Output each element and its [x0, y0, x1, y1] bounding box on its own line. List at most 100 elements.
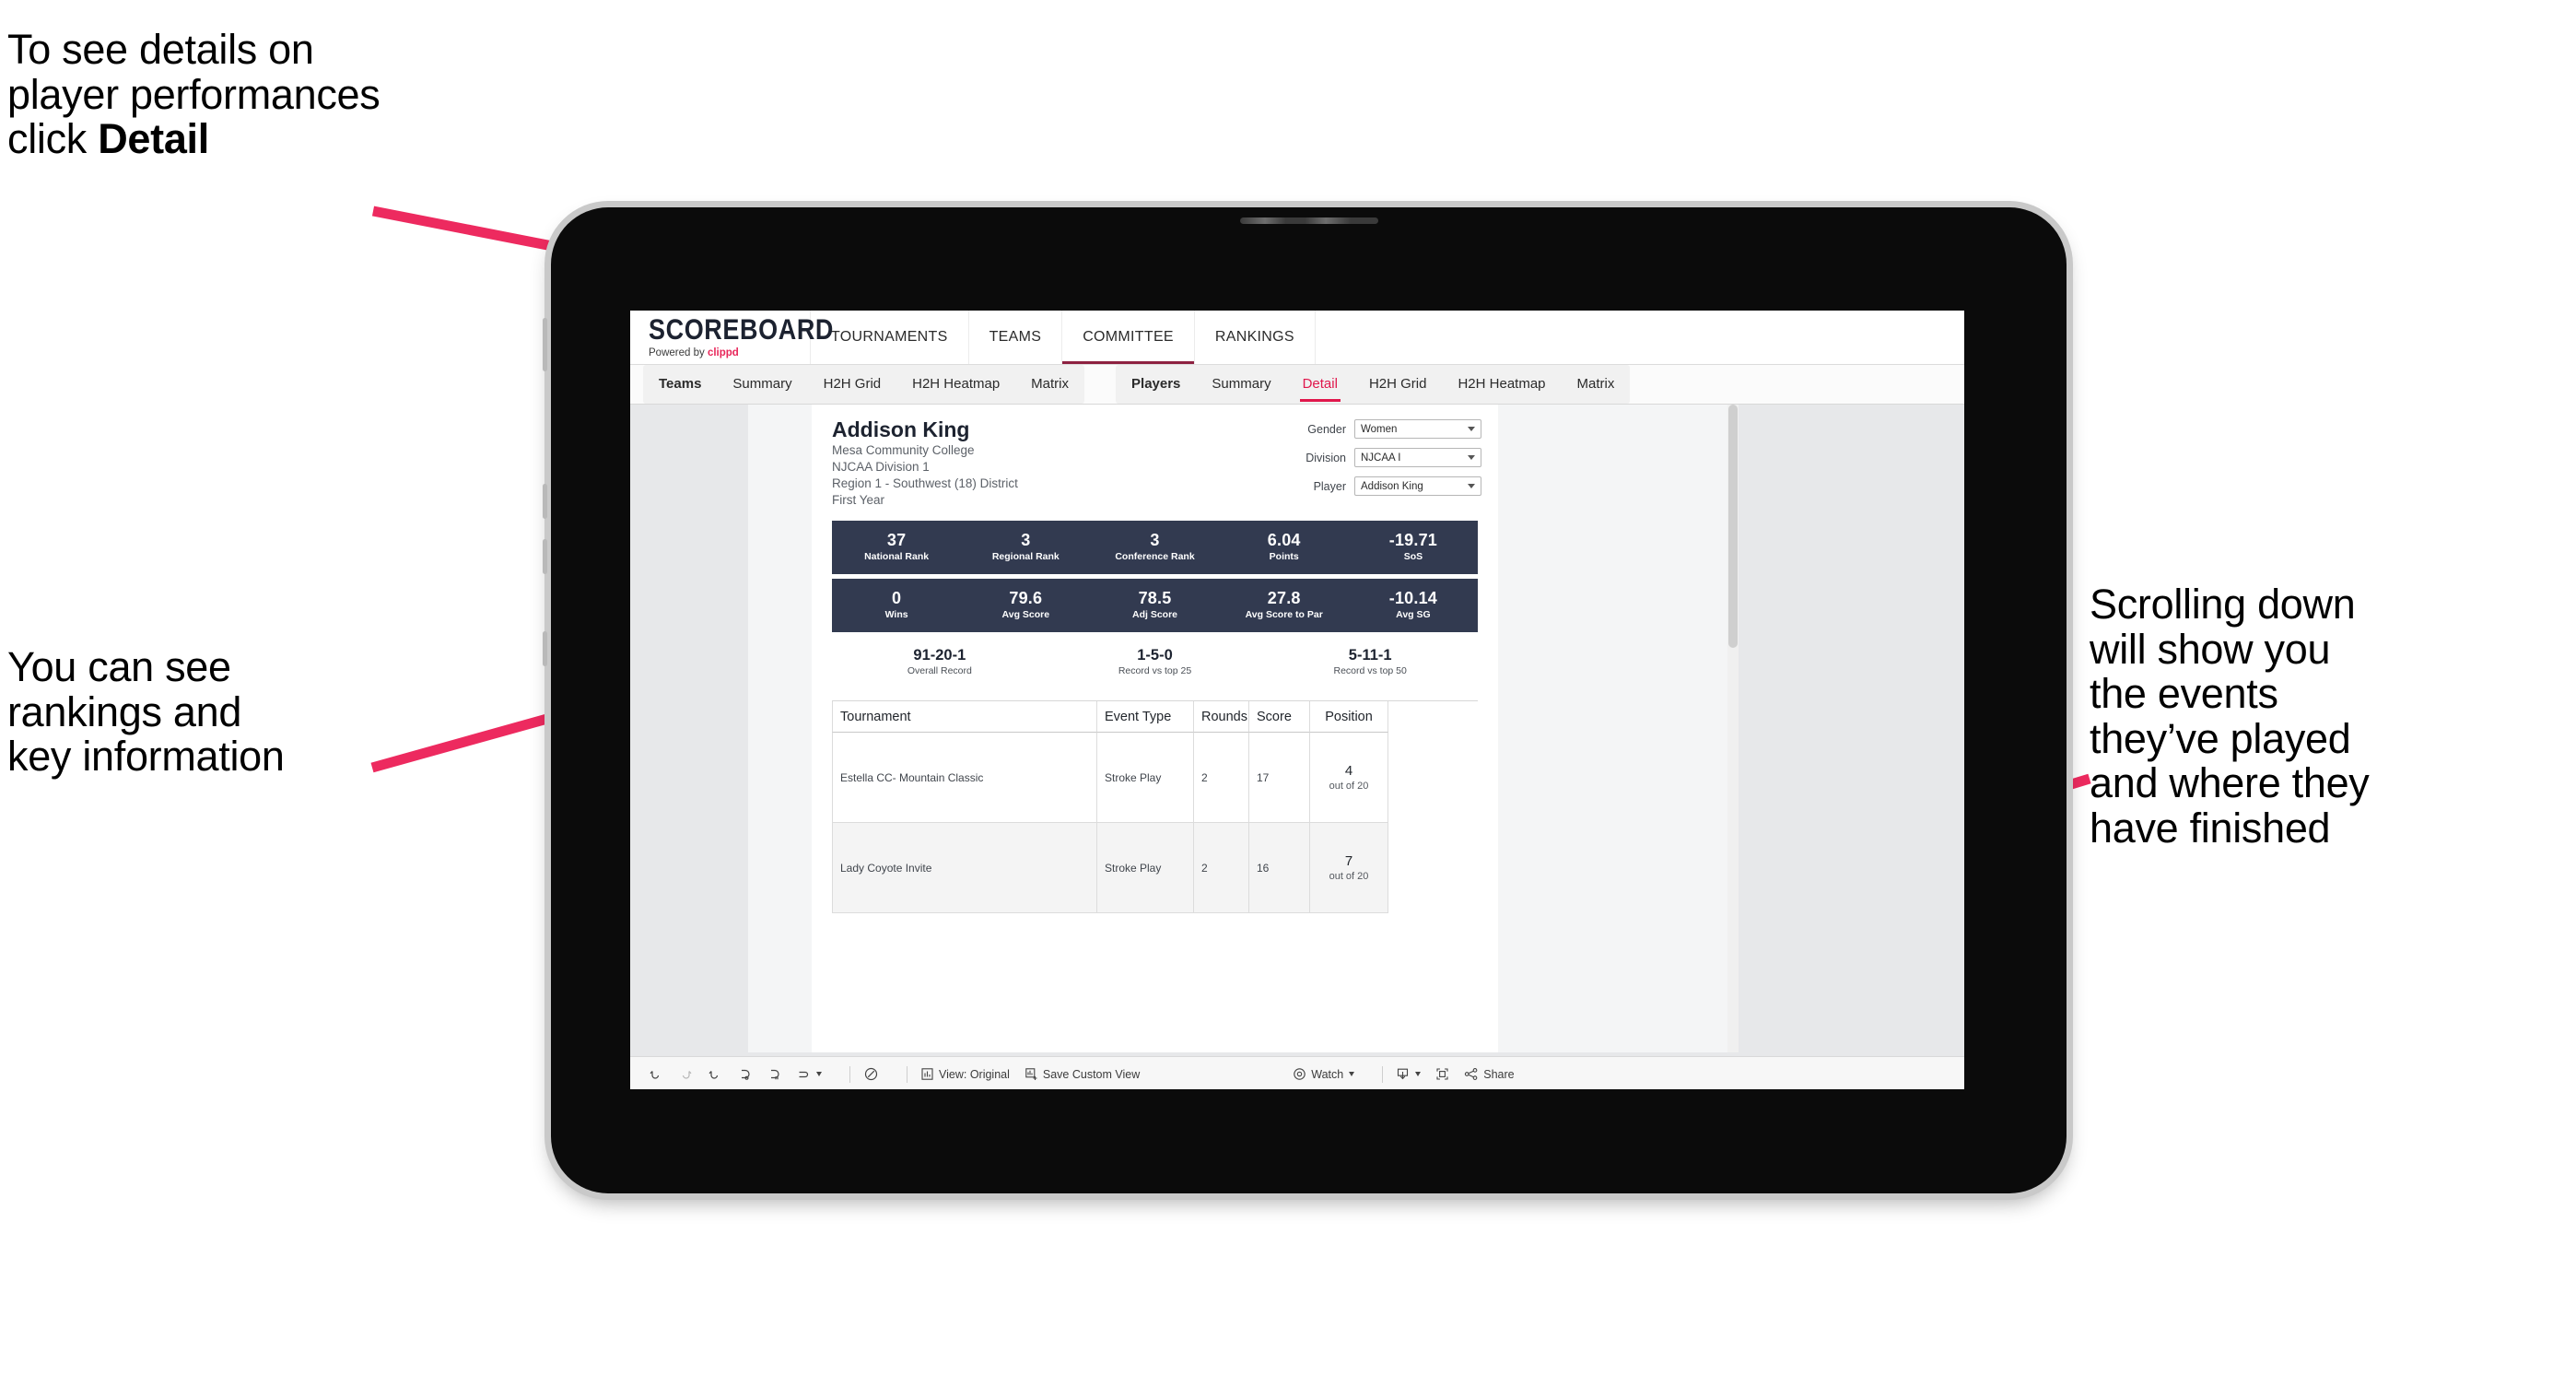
subnav-item-teams-h2h-heatmap[interactable]: H2H Heatmap [896, 365, 1015, 404]
watch-button[interactable]: Watch [1293, 1067, 1355, 1081]
filter-label-division: Division [1306, 451, 1346, 464]
stat-value: 6.04 [1267, 531, 1301, 550]
cell-rounds: 2 [1194, 733, 1249, 824]
annotation-scroll-text: Scrolling down will show you the events … [2090, 581, 2569, 852]
subnav-item-teams-matrix[interactable]: Matrix [1015, 365, 1084, 404]
tablet-side-button[interactable] [543, 631, 547, 666]
top-navigation-bar: SCOREBOARD Powered by clippd TOURNAMENTS… [630, 311, 1964, 365]
player-select[interactable]: Addison King [1354, 476, 1481, 496]
subnav-group-teams: Teams Summary H2H Grid H2H Heatmap Matri… [643, 365, 1085, 404]
viz-bottom-toolbar: View: Original Save Custom View Watch Sh… [630, 1056, 1964, 1089]
gender-select-value: Women [1361, 423, 1398, 435]
stat-value: 27.8 [1267, 589, 1301, 608]
column-header-position[interactable]: Position [1310, 701, 1388, 734]
cell-score: 16 [1249, 823, 1310, 914]
scoreboard-logo[interactable]: SCOREBOARD Powered by clippd [630, 311, 833, 364]
cell-position: 4 out of 20 [1310, 733, 1388, 824]
fullscreen-button[interactable] [1435, 1067, 1449, 1081]
vertical-scrollbar[interactable] [1727, 405, 1739, 1052]
cell-event-type: Stroke Play [1097, 823, 1194, 914]
cell-score: 17 [1249, 733, 1310, 824]
chevron-down-icon [1468, 427, 1475, 431]
save-custom-view-button[interactable]: Save Custom View [1025, 1067, 1140, 1081]
tablet-camera-speaker [1239, 217, 1378, 224]
topnav-item-tournaments[interactable]: TOURNAMENTS [811, 311, 969, 364]
annotation-rankings-text: You can see rankings and key information [7, 644, 440, 781]
annotation-rankings-line3: key information [7, 733, 285, 781]
annotation-rankings-line2: rankings and [7, 687, 242, 735]
record-value: 5-11-1 [1348, 646, 1392, 664]
subnav-item-teams[interactable]: Teams [643, 365, 717, 404]
stat-avg-sg: -10.14 Avg SG [1349, 589, 1478, 621]
stat-value: -19.71 [1388, 531, 1438, 550]
stat-label: Conference Rank [1115, 551, 1195, 563]
record-label: Record vs top 25 [1118, 665, 1192, 677]
tablet-power-button[interactable] [543, 318, 547, 371]
player-header: Addison King Mesa Community College NJCA… [812, 417, 1498, 509]
redo-button[interactable] [678, 1067, 693, 1082]
tablet-volume-up-button[interactable] [543, 484, 547, 519]
annotation-scroll-line4: they’ve played [2090, 714, 2351, 762]
filter-row-gender: Gender Women [1279, 419, 1481, 439]
stat-value: 3 [1150, 531, 1160, 550]
view-original-button[interactable]: View: Original [920, 1067, 1010, 1081]
stats-band-scoring: 0 Wins 79.6 Avg Score 78.5 Adj Score 27.… [832, 578, 1478, 632]
annotation-detail-line2: player performances [7, 70, 381, 118]
subnav-item-players-matrix[interactable]: Matrix [1562, 365, 1631, 404]
annotation-scroll-line3: the events [2090, 670, 2278, 718]
tablet-screen: SCOREBOARD Powered by clippd TOURNAMENTS… [630, 311, 1964, 1089]
stat-value: 0 [891, 589, 902, 608]
toolbar-divider [849, 1065, 850, 1083]
stat-label: National Rank [864, 551, 930, 563]
revert-button[interactable] [708, 1067, 722, 1082]
download-button[interactable] [1396, 1067, 1422, 1081]
position-value: 7 [1344, 852, 1353, 869]
column-header-score[interactable]: Score [1249, 701, 1310, 734]
clear-sheet-button[interactable] [863, 1066, 879, 1082]
division-select[interactable]: NJCAA I [1354, 448, 1481, 467]
share-button[interactable]: Share [1464, 1067, 1515, 1081]
stat-value: 79.6 [1009, 589, 1043, 608]
pause-button[interactable] [796, 1067, 822, 1082]
subnav-item-players-h2h-grid[interactable]: H2H Grid [1353, 365, 1443, 404]
stat-label: Adj Score [1132, 609, 1178, 621]
chevron-down-icon [1468, 455, 1475, 460]
topnav-item-rankings[interactable]: RANKINGS [1195, 311, 1316, 364]
sub-navigation-bar: Teams Summary H2H Grid H2H Heatmap Matri… [630, 365, 1964, 405]
column-header-event-type[interactable]: Event Type [1097, 701, 1194, 734]
stat-label: SoS [1403, 551, 1423, 563]
scrollbar-thumb[interactable] [1728, 405, 1738, 648]
annotation-scroll-line6: have finished [2090, 804, 2331, 852]
column-header-tournament[interactable]: Tournament [832, 701, 1097, 734]
subnav-item-players-summary[interactable]: Summary [1196, 365, 1286, 404]
stat-label: Avg Score [1001, 609, 1050, 621]
pause-auto-update-button[interactable] [767, 1067, 781, 1082]
filter-row-division: Division NJCAA I [1279, 448, 1481, 467]
record-value: 1-5-0 [1137, 646, 1173, 664]
subnav-item-players-h2h-heatmap[interactable]: H2H Heatmap [1442, 365, 1561, 404]
table-header-row: Tournament Event Type Rounds Score Posit… [832, 701, 1478, 734]
view-original-label: View: Original [939, 1067, 1010, 1081]
annotation-scroll-line1: Scrolling down [2090, 581, 2356, 628]
refresh-button[interactable] [737, 1067, 752, 1082]
brand-powered-by: Powered by clippd [649, 347, 739, 359]
subnav-item-teams-h2h-grid[interactable]: H2H Grid [808, 365, 897, 404]
undo-button[interactable] [649, 1067, 663, 1082]
subnav-item-players-detail[interactable]: Detail [1287, 365, 1353, 404]
table-row[interactable]: Lady Coyote Invite Stroke Play 2 16 7 ou… [832, 823, 1478, 914]
tablet-volume-down-button[interactable] [543, 539, 547, 574]
stat-label: Avg Score to Par [1245, 609, 1323, 621]
save-custom-view-label: Save Custom View [1042, 1067, 1141, 1081]
chevron-down-icon [1468, 484, 1475, 488]
topnav-item-committee[interactable]: COMMITTEE [1062, 311, 1195, 364]
subnav-item-players[interactable]: Players [1116, 365, 1196, 404]
cell-tournament: Estella CC- Mountain Classic [832, 733, 1097, 824]
watch-label: Watch [1311, 1067, 1344, 1081]
annotation-detail-line1: To see details on [7, 26, 314, 73]
table-row[interactable]: Estella CC- Mountain Classic Stroke Play… [832, 733, 1478, 824]
records-row: 91-20-1 Overall Record 1-5-0 Record vs t… [832, 647, 1478, 676]
subnav-item-teams-summary[interactable]: Summary [717, 365, 807, 404]
gender-select[interactable]: Women [1354, 419, 1481, 439]
topnav-item-teams[interactable]: TEAMS [969, 311, 1063, 364]
column-header-rounds[interactable]: Rounds [1194, 701, 1249, 734]
